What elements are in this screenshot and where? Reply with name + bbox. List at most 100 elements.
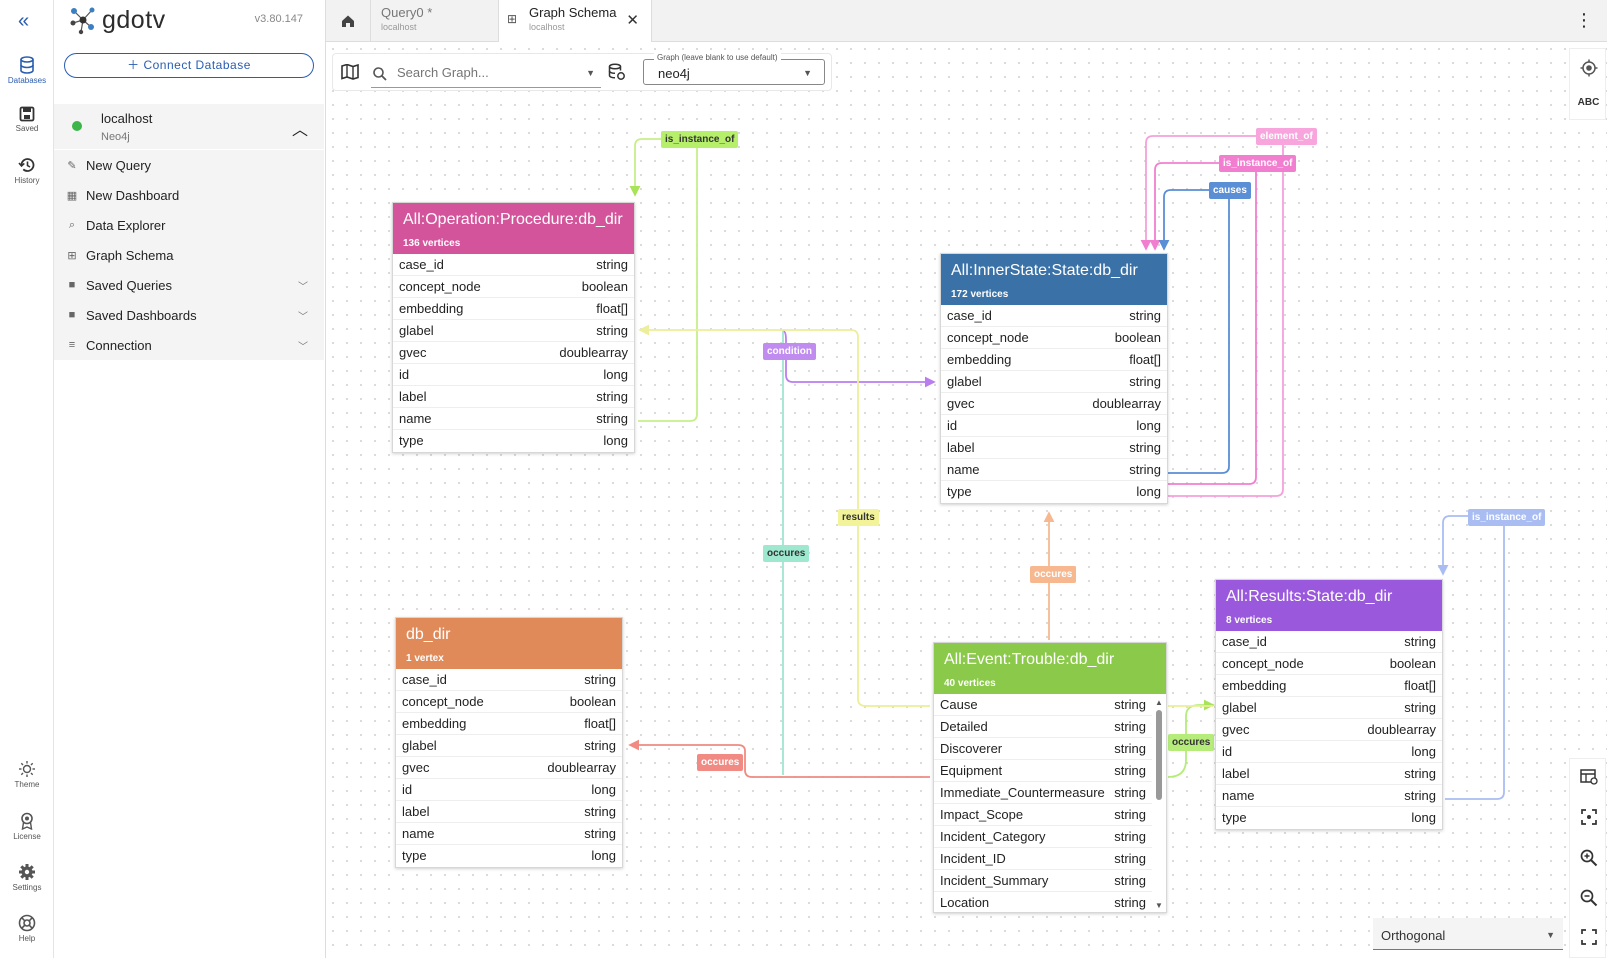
property-name: type [1222,810,1247,825]
property-type: string [584,804,616,819]
search-graph-field[interactable]: ▼ [371,61,601,88]
entity-count: 1 vertex [406,653,444,664]
entity-innerstate[interactable]: All:InnerState:State:db_dir 172 vertices… [940,253,1168,504]
entity-db-dir[interactable]: db_dir 1 vertex case_id string concept_nod… [395,617,623,868]
property-name: Incident_ID [940,851,1006,866]
property-row: label string [1216,763,1442,785]
property-name: Location [940,895,990,910]
scroll-thumb[interactable] [1156,710,1162,800]
entity-title: All:Operation:Procedure:db_dir [403,211,623,228]
property-row: name string [941,459,1167,481]
property-type: doublearray [1367,722,1436,737]
edge-is-instance-of-results [1437,515,1505,800]
caret-down-icon: ▼ [803,68,812,78]
edge-label-occures[interactable]: occures [1168,734,1215,751]
label-toggle-button[interactable]: ABC [1570,97,1607,108]
map-icon[interactable] [341,64,359,80]
zoom-in-icon[interactable] [1570,849,1607,870]
entity-properties[interactable]: Cause string Detailed string Discoverer strin… [934,694,1152,912]
property-row: name string [1216,785,1442,807]
property-row: name string [393,408,634,430]
graph-toolbar: ▼ Graph (leave blank to use default) neo… [332,53,832,91]
scroll-down-icon[interactable]: ▼ [1154,901,1164,910]
fit-view-icon[interactable] [1570,809,1607,828]
edge-occures-dbdir [628,739,930,778]
property-name: id [947,418,958,433]
entity-results[interactable]: All:Results:State:db_dir 8 vertices case… [1215,579,1443,830]
property-name: gvec [1222,722,1250,737]
entity-procedure[interactable]: All:Operation:Procedure:db_dir 136 verti… [392,202,635,453]
property-name: Cause [940,697,978,712]
property-row: gvec doublearray [1216,719,1442,741]
property-name: Incident_Category [940,829,1046,844]
property-name: glabel [1222,700,1257,715]
property-type: long [591,782,616,797]
entity-header[interactable]: All:Results:State:db_dir 8 vertices [1216,580,1442,631]
property-row: id long [393,364,634,386]
locate-icon[interactable] [1570,59,1607,80]
property-name: embedding [1222,678,1287,693]
zoom-out-icon[interactable] [1570,889,1607,910]
edge-label-element-of[interactable]: element_of [1256,128,1317,145]
search-graph-input[interactable] [397,65,577,80]
edge-label-condition[interactable]: condition [763,343,816,360]
edge-label-causes[interactable]: causes [1209,182,1251,199]
property-type: float[] [1129,352,1161,367]
property-name: glabel [402,738,437,753]
property-row: label string [393,386,634,408]
property-name: Incident_Summary [940,873,1049,888]
property-name: case_id [399,257,444,272]
properties-scrollbar[interactable]: ▲ ▼ [1154,698,1164,910]
property-type: long [1136,484,1161,499]
property-type: doublearray [547,760,616,775]
edge-label-occures[interactable]: occures [1030,566,1077,583]
layout-algorithm-select[interactable]: Orthogonal ▼ [1373,918,1563,950]
scroll-up-icon[interactable]: ▲ [1154,698,1164,708]
property-type: string [1114,829,1146,844]
entity-title: All:InnerState:State:db_dir [951,262,1138,279]
property-name: gvec [399,345,427,360]
property-row: gvec doublearray [941,393,1167,415]
property-type: string [1129,308,1161,323]
property-row: gvec doublearray [393,342,634,364]
property-name: type [402,848,427,863]
graph-name-select[interactable]: Graph (leave blank to use default) neo4j… [643,53,825,85]
entity-title: db_dir [406,626,451,643]
edge-is-instance-of-innerstate [1149,162,1257,485]
entity-properties: case_id string concept_node boolean embeddin… [396,669,622,867]
edge-label-is-instance-of[interactable]: is_instance_of [661,131,739,148]
edge-label-results[interactable]: results [838,509,879,526]
property-row: concept_node boolean [941,327,1167,349]
edge-label-is-instance-of[interactable]: is_instance_of [1219,155,1297,172]
property-row: Detailed string [934,716,1152,738]
property-row: case_id string [1216,631,1442,653]
property-name: name [947,462,980,477]
database-settings-icon[interactable] [608,63,626,81]
edge-label-is-instance-of[interactable]: is_instance_of [1468,509,1546,526]
graph-select-value: neo4j [658,66,690,81]
property-name: glabel [947,374,982,389]
canvas-tools-top: ABC [1569,48,1606,120]
property-name: name [399,411,432,426]
property-name: glabel [399,323,434,338]
property-name: id [399,367,410,382]
property-row: gvec doublearray [396,757,622,779]
property-row: label string [396,801,622,823]
entity-header[interactable]: All:Operation:Procedure:db_dir 136 verti… [393,203,634,254]
property-row: glabel string [941,371,1167,393]
property-name: concept_node [1222,656,1304,671]
fullscreen-icon[interactable] [1570,929,1607,948]
entity-event[interactable]: All:Event:Trouble:db_dir 40 vertices Cau… [933,642,1167,913]
entity-header[interactable]: db_dir 1 vertex [396,618,622,669]
table-view-icon[interactable] [1570,769,1607,788]
edge-results [638,324,930,707]
entity-header[interactable]: All:Event:Trouble:db_dir 40 vertices [934,643,1166,694]
caret-down-icon[interactable]: ▼ [586,68,595,78]
graph-select-legend: Graph (leave blank to use default) [654,53,781,62]
entity-properties: case_id string concept_node boolean embeddin… [393,254,634,452]
entity-header[interactable]: All:InnerState:State:db_dir 172 vertices [941,254,1167,305]
edge-label-occures[interactable]: occures [763,545,810,562]
entity-properties: case_id string concept_node boolean embeddin… [941,305,1167,503]
edge-label-occures[interactable]: occures [697,754,744,771]
property-row: Incident_ID string [934,848,1152,870]
